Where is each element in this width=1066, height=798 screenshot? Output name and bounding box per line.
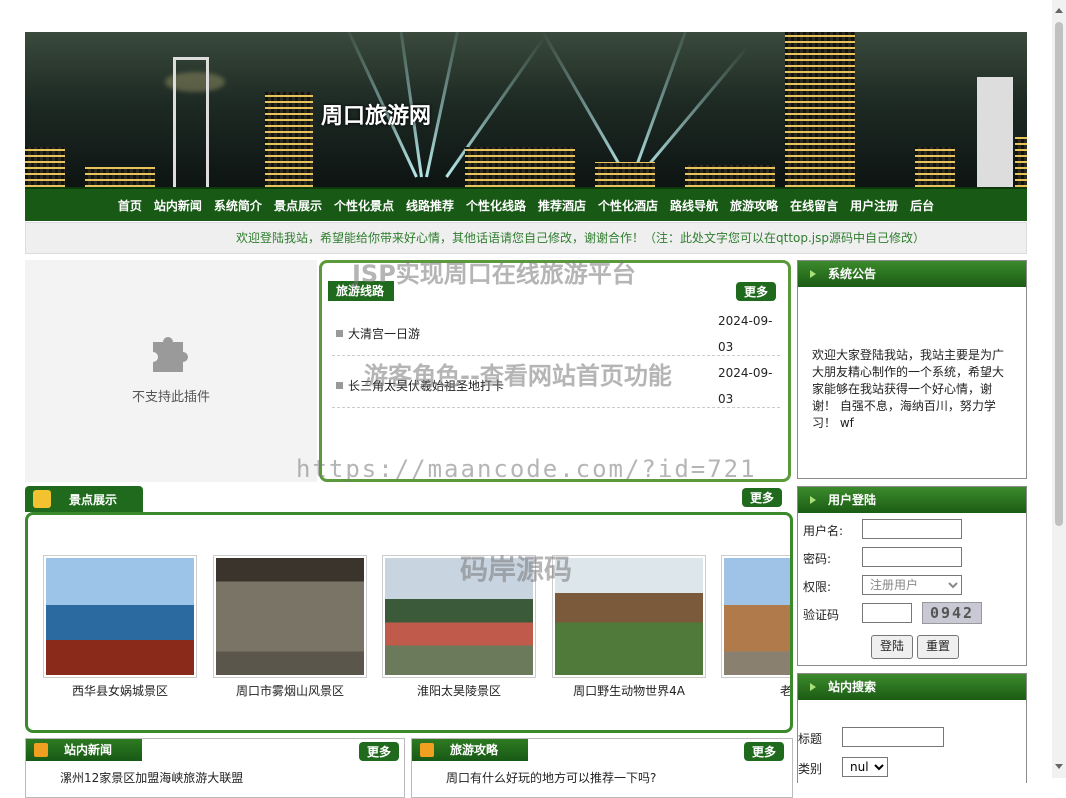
notice-text: 欢迎大家登陆我站，我站主要是为广大朋友精心制作的一个系统，希望大家能够在我站获得… [798,287,1026,432]
nav-intro[interactable]: 系统简介 [208,197,268,214]
news-tab-label: 站内新闻 [64,739,112,761]
routes-panel: 旅游线路 更多 大清宫一日游 2024-09-03 长三角太昊伏羲始祖圣地打卡 … [319,260,791,482]
guide-tab-label: 旅游攻略 [450,739,498,761]
site-title: 周口旅游网 [321,98,431,130]
bullet-icon [336,382,343,389]
page-scrollbar[interactable] [1052,0,1066,778]
plugin-message: 不支持此插件 [25,386,317,405]
route-date: 2024-09-03 [718,360,778,412]
people-icon [33,490,51,508]
captcha-label: 验证码 [803,606,839,623]
scenic-name[interactable]: 老子故 [721,682,793,699]
nav-news[interactable]: 站内新闻 [148,197,208,214]
nav-scenic[interactable]: 景点展示 [268,197,328,214]
scrollbar-thumb[interactable] [1055,22,1063,526]
scenic-tab-label: 景点展示 [69,491,117,508]
nav-home[interactable]: 首页 [112,197,148,214]
nav-register[interactable]: 用户注册 [844,197,904,214]
guide-panel: 旅游攻略 更多 周口有什么好玩的地方可以推荐一下吗? [411,738,793,798]
username-label: 用户名: [803,522,843,539]
guide-more-button[interactable]: 更多 [744,742,784,761]
main-nav: 首页 站内新闻 系统简介 景点展示 个性化景点 线路推荐 个性化线路 推荐酒店 … [25,187,1027,221]
routes-tab: 旅游线路 [328,281,394,301]
scenic-card[interactable]: 淮阳太昊陵景区 [382,555,536,699]
news-panel: 站内新闻 更多 漯州12家景区加盟海峡旅游大联盟 [25,738,405,798]
reset-button[interactable]: 重置 [917,635,959,659]
login-title: 用户登陆 [798,487,1026,513]
nav-custom-routes[interactable]: 个性化线路 [460,197,532,214]
scenic-gallery: 西华县女娲城景区 周口市雾烟山风景区 淮阳太昊陵景区 周口野生动物世界4A 老子… [25,512,793,733]
nav-admin[interactable]: 后台 [904,197,940,214]
nav-messages[interactable]: 在线留言 [784,197,844,214]
scenic-card[interactable]: 老子故 [721,555,793,699]
scenic-name[interactable]: 淮阳太昊陵景区 [382,682,536,699]
scenic-photo[interactable] [552,555,706,678]
route-date: 2024-09-03 [718,308,778,360]
puzzle-icon [147,328,193,374]
scroll-down-icon[interactable] [1055,764,1063,769]
scenic-tab: 景点展示 [25,486,143,512]
search-title-label: 标题 [798,730,822,747]
bullet-icon [336,330,343,337]
role-select[interactable]: 注册用户 [862,575,962,595]
username-input[interactable] [862,519,962,539]
scenic-card[interactable]: 周口野生动物世界4A [552,555,706,699]
welcome-marquee: 欢迎登陆我站，希望能给你带来好心情，其他话语请您自己修改，谢谢合作！（注：此处文… [25,222,1027,254]
route-title[interactable]: 长三角太昊伏羲始祖圣地打卡 [348,377,504,394]
search-panel: 站内搜索 标题 类别 null [797,673,1027,783]
route-row[interactable]: 长三角太昊伏羲始祖圣地打卡 2024-09-03 [332,356,780,408]
routes-more-button[interactable]: 更多 [736,282,776,301]
news-header: 站内新闻 [26,739,142,761]
password-input[interactable] [862,547,962,567]
news-more-button[interactable]: 更多 [359,742,399,761]
search-category-label: 类别 [798,760,822,777]
login-panel: 用户登陆 用户名: 密码: 权限: 注册用户 验证码 0942 登陆 重置 [797,486,1027,666]
scenic-photo[interactable] [382,555,536,678]
scenic-photo[interactable] [721,555,793,678]
nav-hotels[interactable]: 推荐酒店 [532,197,592,214]
search-category-select[interactable]: null [842,757,888,777]
route-title[interactable]: 大清宫一日游 [348,325,420,342]
nav-routes[interactable]: 线路推荐 [400,197,460,214]
scenic-more-button[interactable]: 更多 [742,488,782,507]
captcha-input[interactable] [862,603,912,623]
nav-custom-hotels[interactable]: 个性化酒店 [592,197,664,214]
nav-custom-scenic[interactable]: 个性化景点 [328,197,400,214]
scenic-name[interactable]: 西华县女娲城景区 [43,682,197,699]
notice-panel: 系统公告 欢迎大家登陆我站，我站主要是为广大朋友精心制作的一个系统，希望大家能够… [797,260,1027,479]
password-label: 密码: [803,550,831,567]
guide-header: 旅游攻略 [412,739,528,761]
plugin-placeholder: 不支持此插件 [25,260,317,482]
scenic-name[interactable]: 周口野生动物世界4A [552,682,706,699]
notice-title: 系统公告 [798,261,1026,287]
search-title-input[interactable] [842,727,944,747]
rss-icon [420,743,434,757]
search-title: 站内搜索 [798,674,1026,700]
rss-icon [34,743,48,757]
header-banner: 周口旅游网 [25,32,1027,187]
captcha-image[interactable]: 0942 [922,602,982,624]
login-button[interactable]: 登陆 [871,635,913,659]
nav-guides[interactable]: 旅游攻略 [724,197,784,214]
route-row[interactable]: 大清宫一日游 2024-09-03 [332,304,780,356]
role-label: 权限: [803,578,831,595]
nav-navigation[interactable]: 路线导航 [664,197,724,214]
scenic-photo[interactable] [43,555,197,678]
scenic-card[interactable]: 周口市雾烟山风景区 [213,555,367,699]
scenic-name[interactable]: 周口市雾烟山风景区 [213,682,367,699]
scenic-card[interactable]: 西华县女娲城景区 [43,555,197,699]
scenic-photo[interactable] [213,555,367,678]
scroll-up-icon[interactable] [1055,8,1063,13]
